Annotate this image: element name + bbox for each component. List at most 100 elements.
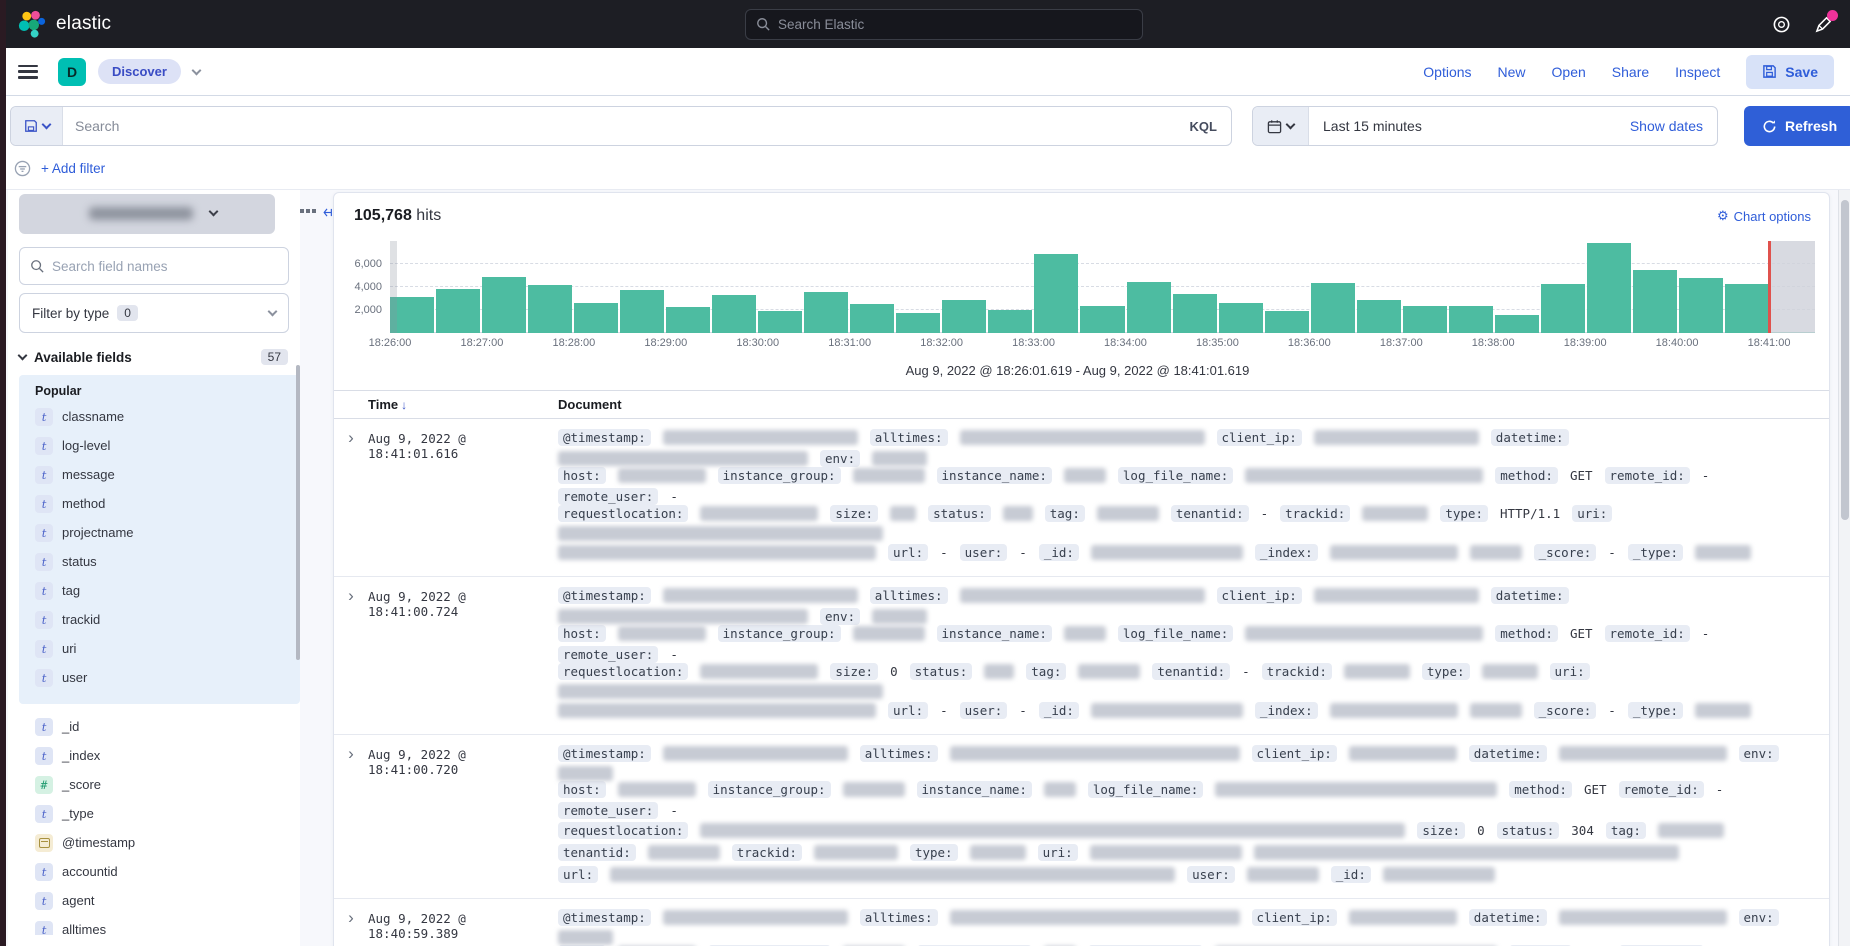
field-label-badge[interactable]: instance_group:: [708, 781, 831, 798]
field-label-badge[interactable]: remote_id:: [1619, 781, 1704, 798]
field-item-agent[interactable]: tagent: [27, 886, 300, 915]
field-label-badge[interactable]: _index:: [1255, 544, 1318, 561]
field-item-classname[interactable]: tclassname: [27, 402, 300, 431]
field-label-badge[interactable]: status:: [928, 505, 991, 522]
field-label-badge[interactable]: _type:: [1628, 702, 1683, 719]
nav-link-new[interactable]: New: [1498, 64, 1526, 80]
date-quick-menu-button[interactable]: [1253, 107, 1309, 145]
field-label-badge[interactable]: @timestamp:: [558, 587, 651, 604]
field-item-message[interactable]: tmessage: [27, 460, 300, 489]
field-label-badge[interactable]: _score:: [1534, 544, 1597, 561]
nav-link-open[interactable]: Open: [1552, 64, 1586, 80]
histogram-bar[interactable]: [1127, 282, 1171, 333]
field-label-badge[interactable]: user:: [1187, 866, 1235, 883]
guided-setup-icon[interactable]: [1770, 13, 1792, 35]
field-item-user[interactable]: tuser: [27, 663, 300, 692]
histogram-bar[interactable]: [1403, 306, 1447, 333]
histogram-bar[interactable]: [1034, 254, 1078, 333]
field-label-badge[interactable]: client_ip:: [1217, 429, 1302, 446]
chart-options-button[interactable]: ⚙ Chart options: [1717, 208, 1811, 224]
field-label-badge[interactable]: status:: [1497, 822, 1560, 839]
histogram-bar[interactable]: [1587, 243, 1631, 333]
field-label-badge[interactable]: url:: [888, 544, 928, 561]
field-label-badge[interactable]: uri:: [1038, 844, 1078, 861]
histogram-bar[interactable]: [436, 289, 480, 333]
expand-row-icon[interactable]: ›: [334, 587, 368, 721]
breadcrumb[interactable]: Discover: [98, 59, 181, 84]
filter-by-type-dropdown[interactable]: Filter by type 0: [19, 293, 289, 333]
sort-desc-icon[interactable]: ↓: [401, 398, 407, 412]
field-label-badge[interactable]: host:: [558, 625, 606, 642]
histogram-bar[interactable]: [942, 300, 986, 333]
field-label-badge[interactable]: remote_user:: [558, 646, 658, 663]
histogram-bar[interactable]: [1541, 284, 1585, 333]
field-item-log-level[interactable]: tlog-level: [27, 431, 300, 460]
query-search-input[interactable]: [63, 118, 1176, 134]
field-label-badge[interactable]: datetime:: [1491, 587, 1569, 604]
field-label-badge[interactable]: instance_name:: [937, 625, 1052, 642]
scrollbar-thumb[interactable]: [1841, 200, 1849, 520]
field-label-badge[interactable]: user:: [960, 544, 1008, 561]
field-label-badge[interactable]: datetime:: [1491, 429, 1569, 446]
global-search[interactable]: [745, 9, 1143, 40]
field-label-badge[interactable]: method:: [1509, 781, 1572, 798]
time-range-value[interactable]: Last 15 minutes: [1309, 118, 1436, 134]
field-label-badge[interactable]: tag:: [1045, 505, 1085, 522]
expand-row-icon[interactable]: ›: [334, 909, 368, 946]
menu-icon[interactable]: [18, 65, 38, 79]
field-label-badge[interactable]: status:: [910, 663, 973, 680]
histogram-bar[interactable]: [620, 290, 664, 333]
field-label-badge[interactable]: log_file_name:: [1118, 467, 1233, 484]
field-label-badge[interactable]: requestlocation:: [558, 663, 688, 680]
field-label-badge[interactable]: user:: [960, 702, 1008, 719]
expand-row-icon[interactable]: ›: [334, 745, 368, 885]
field-search[interactable]: [19, 247, 289, 285]
field-label-badge[interactable]: type:: [910, 844, 958, 861]
field-label-badge[interactable]: host:: [558, 781, 606, 798]
field-item-status[interactable]: tstatus: [27, 547, 300, 576]
field-label-badge[interactable]: env:: [1739, 909, 1779, 926]
saved-query-menu-button[interactable]: [11, 107, 63, 145]
field-label-badge[interactable]: uri:: [1572, 505, 1612, 522]
field-label-badge[interactable]: instance_group:: [718, 467, 841, 484]
histogram-bar[interactable]: [896, 313, 940, 333]
field-label-badge[interactable]: method:: [1495, 625, 1558, 642]
field-item-tag[interactable]: ttag: [27, 576, 300, 605]
histogram-bar[interactable]: [1495, 315, 1539, 333]
show-dates-button[interactable]: Show dates: [1616, 118, 1717, 134]
histogram-bar[interactable]: [528, 285, 572, 333]
page-scrollbar[interactable]: [1838, 190, 1850, 946]
field-label-badge[interactable]: host:: [558, 467, 606, 484]
histogram-bar[interactable]: [1725, 284, 1769, 333]
field-item-@timestamp[interactable]: @timestamp: [27, 828, 300, 857]
field-label-badge[interactable]: tenantid:: [558, 844, 636, 861]
histogram-bar[interactable]: [712, 295, 756, 333]
nav-link-inspect[interactable]: Inspect: [1675, 64, 1720, 80]
field-label-badge[interactable]: requestlocation:: [558, 505, 688, 522]
field-label-badge[interactable]: client_ip:: [1252, 909, 1337, 926]
field-label-badge[interactable]: log_file_name:: [1088, 781, 1203, 798]
field-item-_index[interactable]: t_index: [27, 741, 300, 770]
field-label-badge[interactable]: tenantid:: [1171, 505, 1249, 522]
field-label-badge[interactable]: tenantid:: [1152, 663, 1230, 680]
field-label-badge[interactable]: alltimes:: [860, 909, 938, 926]
field-label-badge[interactable]: client_ip:: [1217, 587, 1302, 604]
kql-language-button[interactable]: KQL: [1176, 119, 1231, 134]
field-label-badge[interactable]: alltimes:: [870, 587, 948, 604]
field-label-badge[interactable]: url:: [888, 702, 928, 719]
field-label-badge[interactable]: log_file_name:: [1118, 625, 1233, 642]
nav-link-share[interactable]: Share: [1612, 64, 1649, 80]
field-label-badge[interactable]: alltimes:: [870, 429, 948, 446]
available-fields-header[interactable]: Available fields 57: [19, 349, 300, 365]
field-item-method[interactable]: tmethod: [27, 489, 300, 518]
whats-new-icon[interactable]: [1812, 13, 1834, 35]
field-label-badge[interactable]: method:: [1495, 467, 1558, 484]
field-label-badge[interactable]: _type:: [1628, 544, 1683, 561]
field-label-badge[interactable]: @timestamp:: [558, 745, 651, 762]
field-label-badge[interactable]: @timestamp:: [558, 909, 651, 926]
histogram-bar[interactable]: [1449, 306, 1493, 333]
histogram-bar[interactable]: [1173, 294, 1217, 333]
field-item-_score[interactable]: #_score: [27, 770, 300, 799]
field-label-badge[interactable]: instance_name:: [917, 781, 1032, 798]
field-label-badge[interactable]: datetime:: [1469, 909, 1547, 926]
